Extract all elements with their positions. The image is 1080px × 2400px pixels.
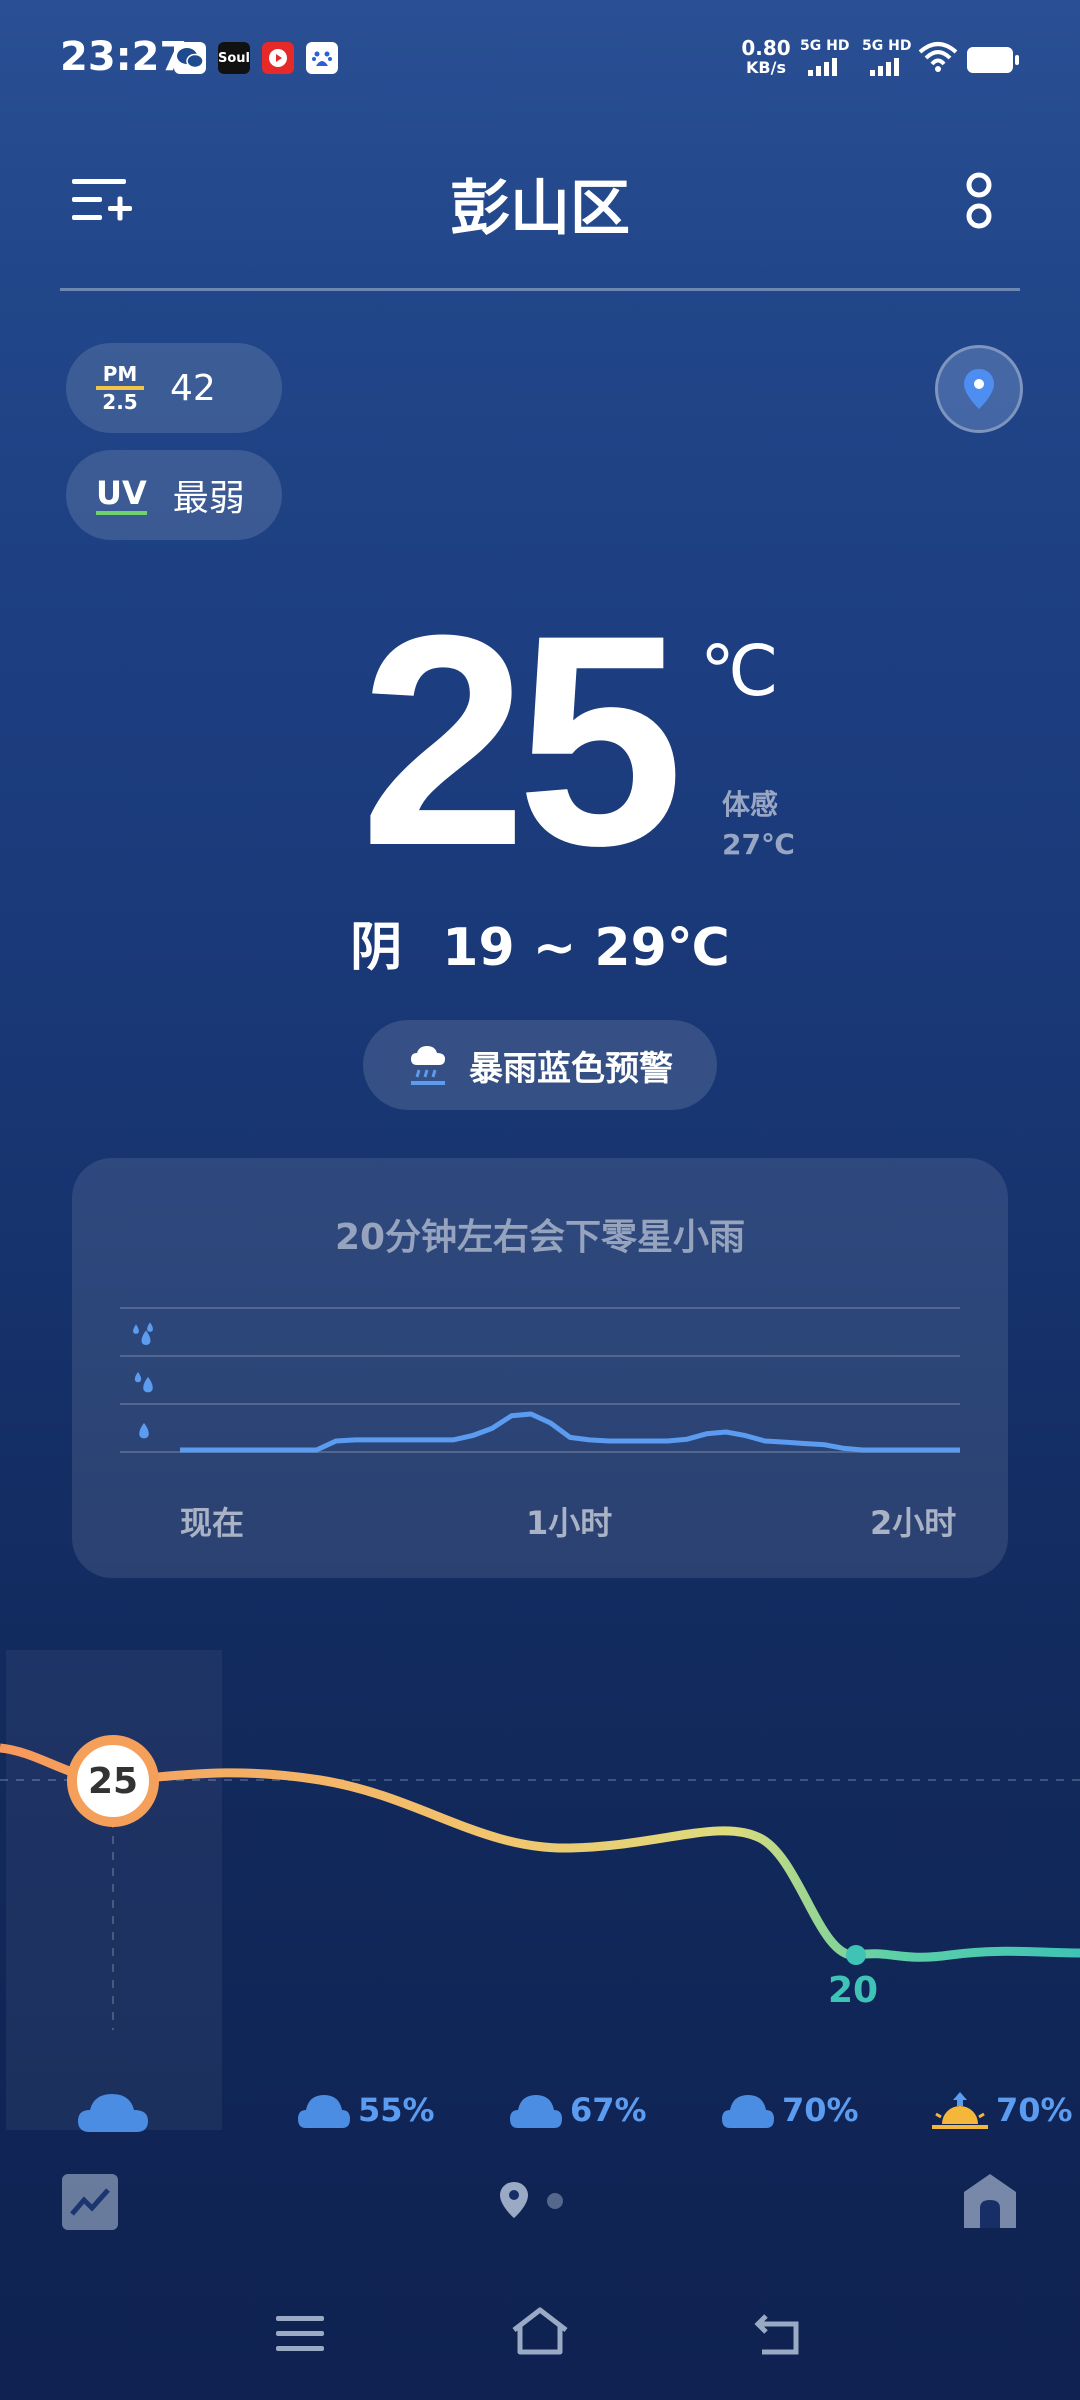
location-pin-icon[interactable] [498,2180,530,2224]
status-time: 23:27 [60,34,188,80]
sunrise-icon [932,2092,988,2129]
feels-like-value: 27℃ [722,828,795,861]
city-title[interactable]: 彭山区 [0,160,1080,247]
hourly-item-3[interactable]: 70% [720,2085,859,2135]
video-app-icon [262,42,294,74]
back-icon[interactable] [754,2310,806,2362]
pm25-label: PM 2.5 [96,364,144,412]
page-indicator-dot [547,2193,563,2209]
feels-like-label: 体感 [722,788,779,821]
wifi-icon [918,40,958,78]
feels-like: 体感 27℃ [722,785,795,865]
wechat-icon [174,42,206,74]
soul-app-icon: Soul [218,42,250,74]
header-divider [60,288,1020,291]
home-icon[interactable] [510,2306,570,2360]
home-card-icon[interactable] [962,2172,1018,2234]
current-temperature: 25 [360,572,684,908]
trend-chart-icon[interactable] [62,2174,118,2234]
map-location-button[interactable] [935,345,1023,433]
cloud-icon [722,2095,774,2128]
net-speed-value: 0.80 [741,36,791,60]
rain-intensity-line [180,1411,960,1453]
cloud-icon [298,2095,350,2128]
status-bar: 23:27 Soul 0.80 KB/s 5G HD 5G HD [0,0,1080,120]
temperature-range: 19 ~ 29℃ [442,918,730,978]
hourly-item-4[interactable]: 70% [930,2085,1073,2135]
cloud-icon [78,2094,148,2132]
hourly-item-now[interactable] [76,2085,156,2135]
rain-forecast-card[interactable]: 20分钟左右会下零星小雨 现在 1小时 2小时 [72,1158,1008,1578]
hourly-item-2[interactable]: 67% [508,2085,647,2135]
pm25-chip[interactable]: PM 2.5 42 [66,343,282,433]
sim1-signal: 5G HD [800,38,849,78]
net-speed-unit: KB/s [746,58,786,77]
current-temp-badge: 25 [67,1735,159,1827]
hourly-item-1[interactable]: 55% [296,2085,435,2135]
rain-x-label-2h: 2小时 [870,1504,957,1542]
battery-icon [966,46,1020,78]
rain-level-light-icon [139,1423,149,1439]
map-pin-icon [964,369,994,409]
pm25-value: 42 [170,367,216,409]
hourly-temperature-curve[interactable] [0,1700,1080,2030]
weather-alert-chip[interactable]: 暴雨蓝色预警 [363,1020,717,1110]
system-nav-bar [0,2290,1080,2400]
net-speed: 0.80 KB/s [738,38,794,78]
baidu-icon [306,42,338,74]
rain-level-heavy-icon [133,1322,153,1345]
condition-row: 阴 19 ~ 29℃ [0,905,1080,980]
min-temp-dot [846,1945,866,1965]
sim2-signal: 5G HD [862,38,911,78]
rain-x-label-now: 现在 [180,1504,245,1542]
signal-bars-icon [808,58,837,76]
rain-level-moderate-icon [134,1372,153,1393]
signal-bars-icon [870,58,899,76]
temperature-unit: ℃ [700,630,779,712]
bottom-toolbar [0,2140,1080,2260]
menu-icon[interactable] [276,2314,324,2358]
uv-value: 最弱 [172,478,245,519]
rain-x-label-1h: 1小时 [526,1504,613,1542]
storm-rain-icon [411,1046,445,1085]
condition-text: 阴 [350,918,403,978]
cloud-icon [510,2095,562,2128]
min-temp-label: 20 [828,1970,879,2011]
more-icon[interactable] [962,170,996,238]
uv-label: UV [96,475,147,515]
uv-chip[interactable]: UV 最弱 [66,450,282,540]
